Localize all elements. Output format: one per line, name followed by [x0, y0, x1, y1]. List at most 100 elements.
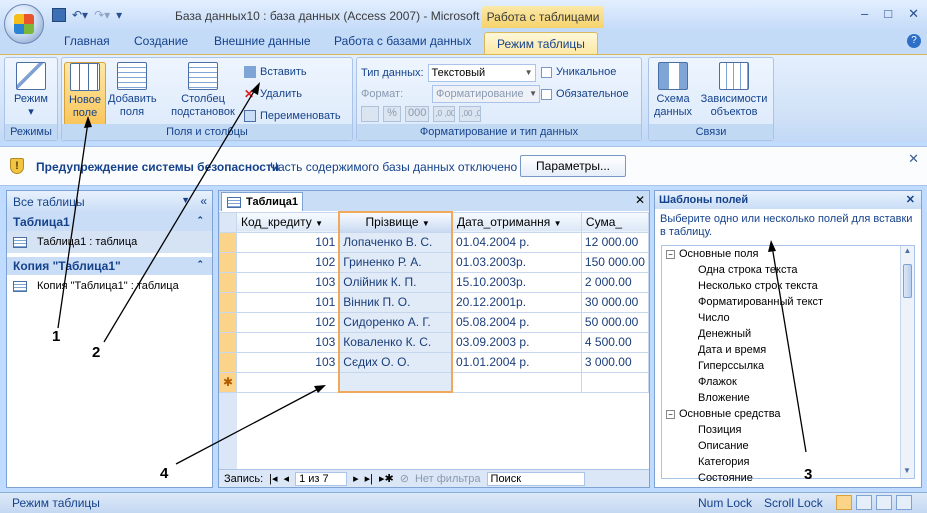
cell-date[interactable]: 01.04.2004 р.: [451, 231, 582, 253]
table-row[interactable]: 101 Лопаченко В. С. 01.04.2004 р. 12 000.00: [219, 231, 650, 253]
column-header[interactable]: Дата_отримання ▼: [451, 211, 582, 233]
column-header[interactable]: Прізвище ▼: [338, 211, 453, 233]
nav-header[interactable]: Все таблицы ▼ «: [7, 191, 212, 213]
table-row[interactable]: 103 Олійник К. П. 15.10.2003р. 2 000.00: [219, 271, 650, 293]
cell-date[interactable]: 20.12.2001р.: [451, 291, 582, 313]
cell-surname[interactable]: Коваленко К. С.: [338, 331, 453, 353]
template-field-item[interactable]: Денежный: [662, 326, 914, 342]
required-checkbox[interactable]: Обязательное: [541, 88, 629, 100]
cell-sum[interactable]: 150 000.00: [580, 251, 650, 273]
table-row[interactable]: 101 Вінник П. О. 20.12.2001р. 30 000.00: [219, 291, 650, 313]
filter-icon[interactable]: ⊘: [400, 472, 409, 485]
cell-date[interactable]: 01.01.2004 р.: [451, 351, 582, 373]
minimize-button[interactable]: –: [861, 6, 868, 22]
decrease-decimals-button[interactable]: ,00 ,0: [459, 106, 482, 122]
scroll-up-icon[interactable]: ▲: [901, 246, 914, 258]
cell-code[interactable]: 103: [235, 331, 340, 353]
security-options-button[interactable]: Параметры...: [520, 155, 626, 177]
chevron-down-icon[interactable]: ▼: [422, 219, 430, 228]
select-all-corner[interactable]: [219, 211, 237, 233]
close-pane-icon[interactable]: ✕: [906, 193, 915, 206]
table-row[interactable]: 103 Сєдих О. О. 01.01.2004 р. 3 000.00: [219, 351, 650, 373]
document-tab-table1[interactable]: Таблица1: [221, 192, 303, 211]
cell-surname[interactable]: [338, 371, 453, 393]
cell-surname[interactable]: Сєдих О. О.: [338, 351, 453, 373]
first-record-icon[interactable]: |◂: [269, 472, 277, 485]
template-field-item[interactable]: Гиперссылка: [662, 358, 914, 374]
undo-icon[interactable]: ↶▾: [72, 8, 88, 22]
design-view-icon[interactable]: [896, 495, 912, 510]
scroll-thumb[interactable]: [903, 264, 912, 298]
rename-column-button[interactable]: Переименовать: [244, 110, 341, 122]
cell-surname[interactable]: Вінник П. О.: [338, 291, 453, 313]
currency-format-icon[interactable]: [361, 106, 379, 122]
column-header[interactable]: Код_кредиту ▼: [235, 211, 340, 233]
close-warning-icon[interactable]: ✕: [908, 151, 919, 167]
cell-date[interactable]: 05.08.2004 р.: [451, 311, 582, 333]
thousands-format-button[interactable]: 000: [405, 106, 430, 122]
template-field-item[interactable]: Одна строка текста: [662, 262, 914, 278]
cell-code[interactable]: 103: [235, 351, 340, 373]
template-group[interactable]: − Основные поля: [662, 246, 914, 262]
record-selector[interactable]: [219, 291, 237, 313]
pivottable-view-icon[interactable]: [856, 495, 872, 510]
cell-sum[interactable]: 4 500.00: [580, 331, 650, 353]
cell-date[interactable]: 01.03.2003р.: [451, 251, 582, 273]
chevron-down-icon[interactable]: ▼: [315, 219, 323, 228]
format-select[interactable]: Форматирование ▼: [432, 85, 540, 103]
cell-sum[interactable]: 30 000.00: [580, 291, 650, 313]
template-field-item[interactable]: Описание: [662, 438, 914, 454]
template-field-item[interactable]: Вложение: [662, 390, 914, 406]
template-field-item[interactable]: Дата и время: [662, 342, 914, 358]
tab-external-data[interactable]: Внешние данные: [214, 34, 311, 48]
save-icon[interactable]: [52, 8, 66, 22]
shutter-bar-icon[interactable]: «: [200, 194, 207, 208]
cell-date[interactable]: 15.10.2003р.: [451, 271, 582, 293]
cell-sum[interactable]: 3 000.00: [580, 351, 650, 373]
close-button[interactable]: ✕: [908, 6, 919, 22]
collapse-icon[interactable]: −: [666, 409, 675, 419]
nav-group-table1[interactable]: Таблица1 ⌃: [7, 213, 212, 231]
cell-code[interactable]: 101: [235, 291, 340, 313]
close-document-icon[interactable]: ✕: [635, 193, 645, 207]
cell-surname[interactable]: Лопаченко В. С.: [338, 231, 453, 253]
nav-item-table1[interactable]: Таблица1 : таблица: [7, 231, 212, 253]
percent-format-button[interactable]: %: [383, 106, 401, 122]
cell-surname[interactable]: Гриненко Р. А.: [338, 251, 453, 273]
increase-decimals-button[interactable]: ,0 ,00: [433, 106, 456, 122]
tab-create[interactable]: Создание: [134, 34, 188, 48]
cell-code[interactable]: [235, 371, 340, 393]
search-input[interactable]: Поиск: [486, 471, 585, 486]
customize-qat-icon[interactable]: ▾: [116, 8, 122, 22]
pivotchart-view-icon[interactable]: [876, 495, 892, 510]
record-position-input[interactable]: 1 из 7: [295, 471, 348, 486]
record-selector[interactable]: [219, 311, 237, 333]
record-selector[interactable]: [219, 271, 237, 293]
delete-column-button[interactable]: ✕ Удалить: [244, 88, 302, 100]
template-field-item[interactable]: Несколько строк текста: [662, 278, 914, 294]
cell-sum[interactable]: 2 000.00: [580, 271, 650, 293]
lookup-column-button[interactable]: Столбец подстановок: [168, 62, 238, 119]
cell-sum[interactable]: [580, 371, 650, 393]
scroll-down-icon[interactable]: ▼: [901, 466, 913, 478]
office-button[interactable]: [4, 4, 44, 44]
new-field-button[interactable]: Новое поле: [64, 62, 106, 126]
filter-status[interactable]: Нет фильтра: [415, 473, 481, 485]
relationships-button[interactable]: Схема данных: [653, 62, 693, 119]
new-record-icon[interactable]: ▸✱: [379, 472, 394, 485]
help-icon[interactable]: ?: [907, 34, 921, 48]
collapse-icon[interactable]: −: [666, 249, 675, 259]
new-record-row[interactable]: ✱: [219, 371, 650, 393]
table-row[interactable]: 102 Гриненко Р. А. 01.03.2003р. 150 000.00: [219, 251, 650, 273]
cell-date[interactable]: [451, 371, 582, 393]
tab-database-tools[interactable]: Работа с базами данных: [334, 34, 471, 48]
template-group[interactable]: − Основные средства: [662, 406, 914, 422]
template-field-item[interactable]: Состояние: [662, 470, 914, 486]
tab-home[interactable]: Главная: [64, 34, 110, 48]
template-field-item[interactable]: Категория: [662, 454, 914, 470]
add-fields-button[interactable]: Добавить поля: [108, 62, 157, 119]
next-record-icon[interactable]: ▸: [353, 472, 359, 485]
record-selector[interactable]: [219, 351, 237, 373]
last-record-icon[interactable]: ▸|: [365, 472, 373, 485]
template-field-item[interactable]: Форматированный текст: [662, 294, 914, 310]
